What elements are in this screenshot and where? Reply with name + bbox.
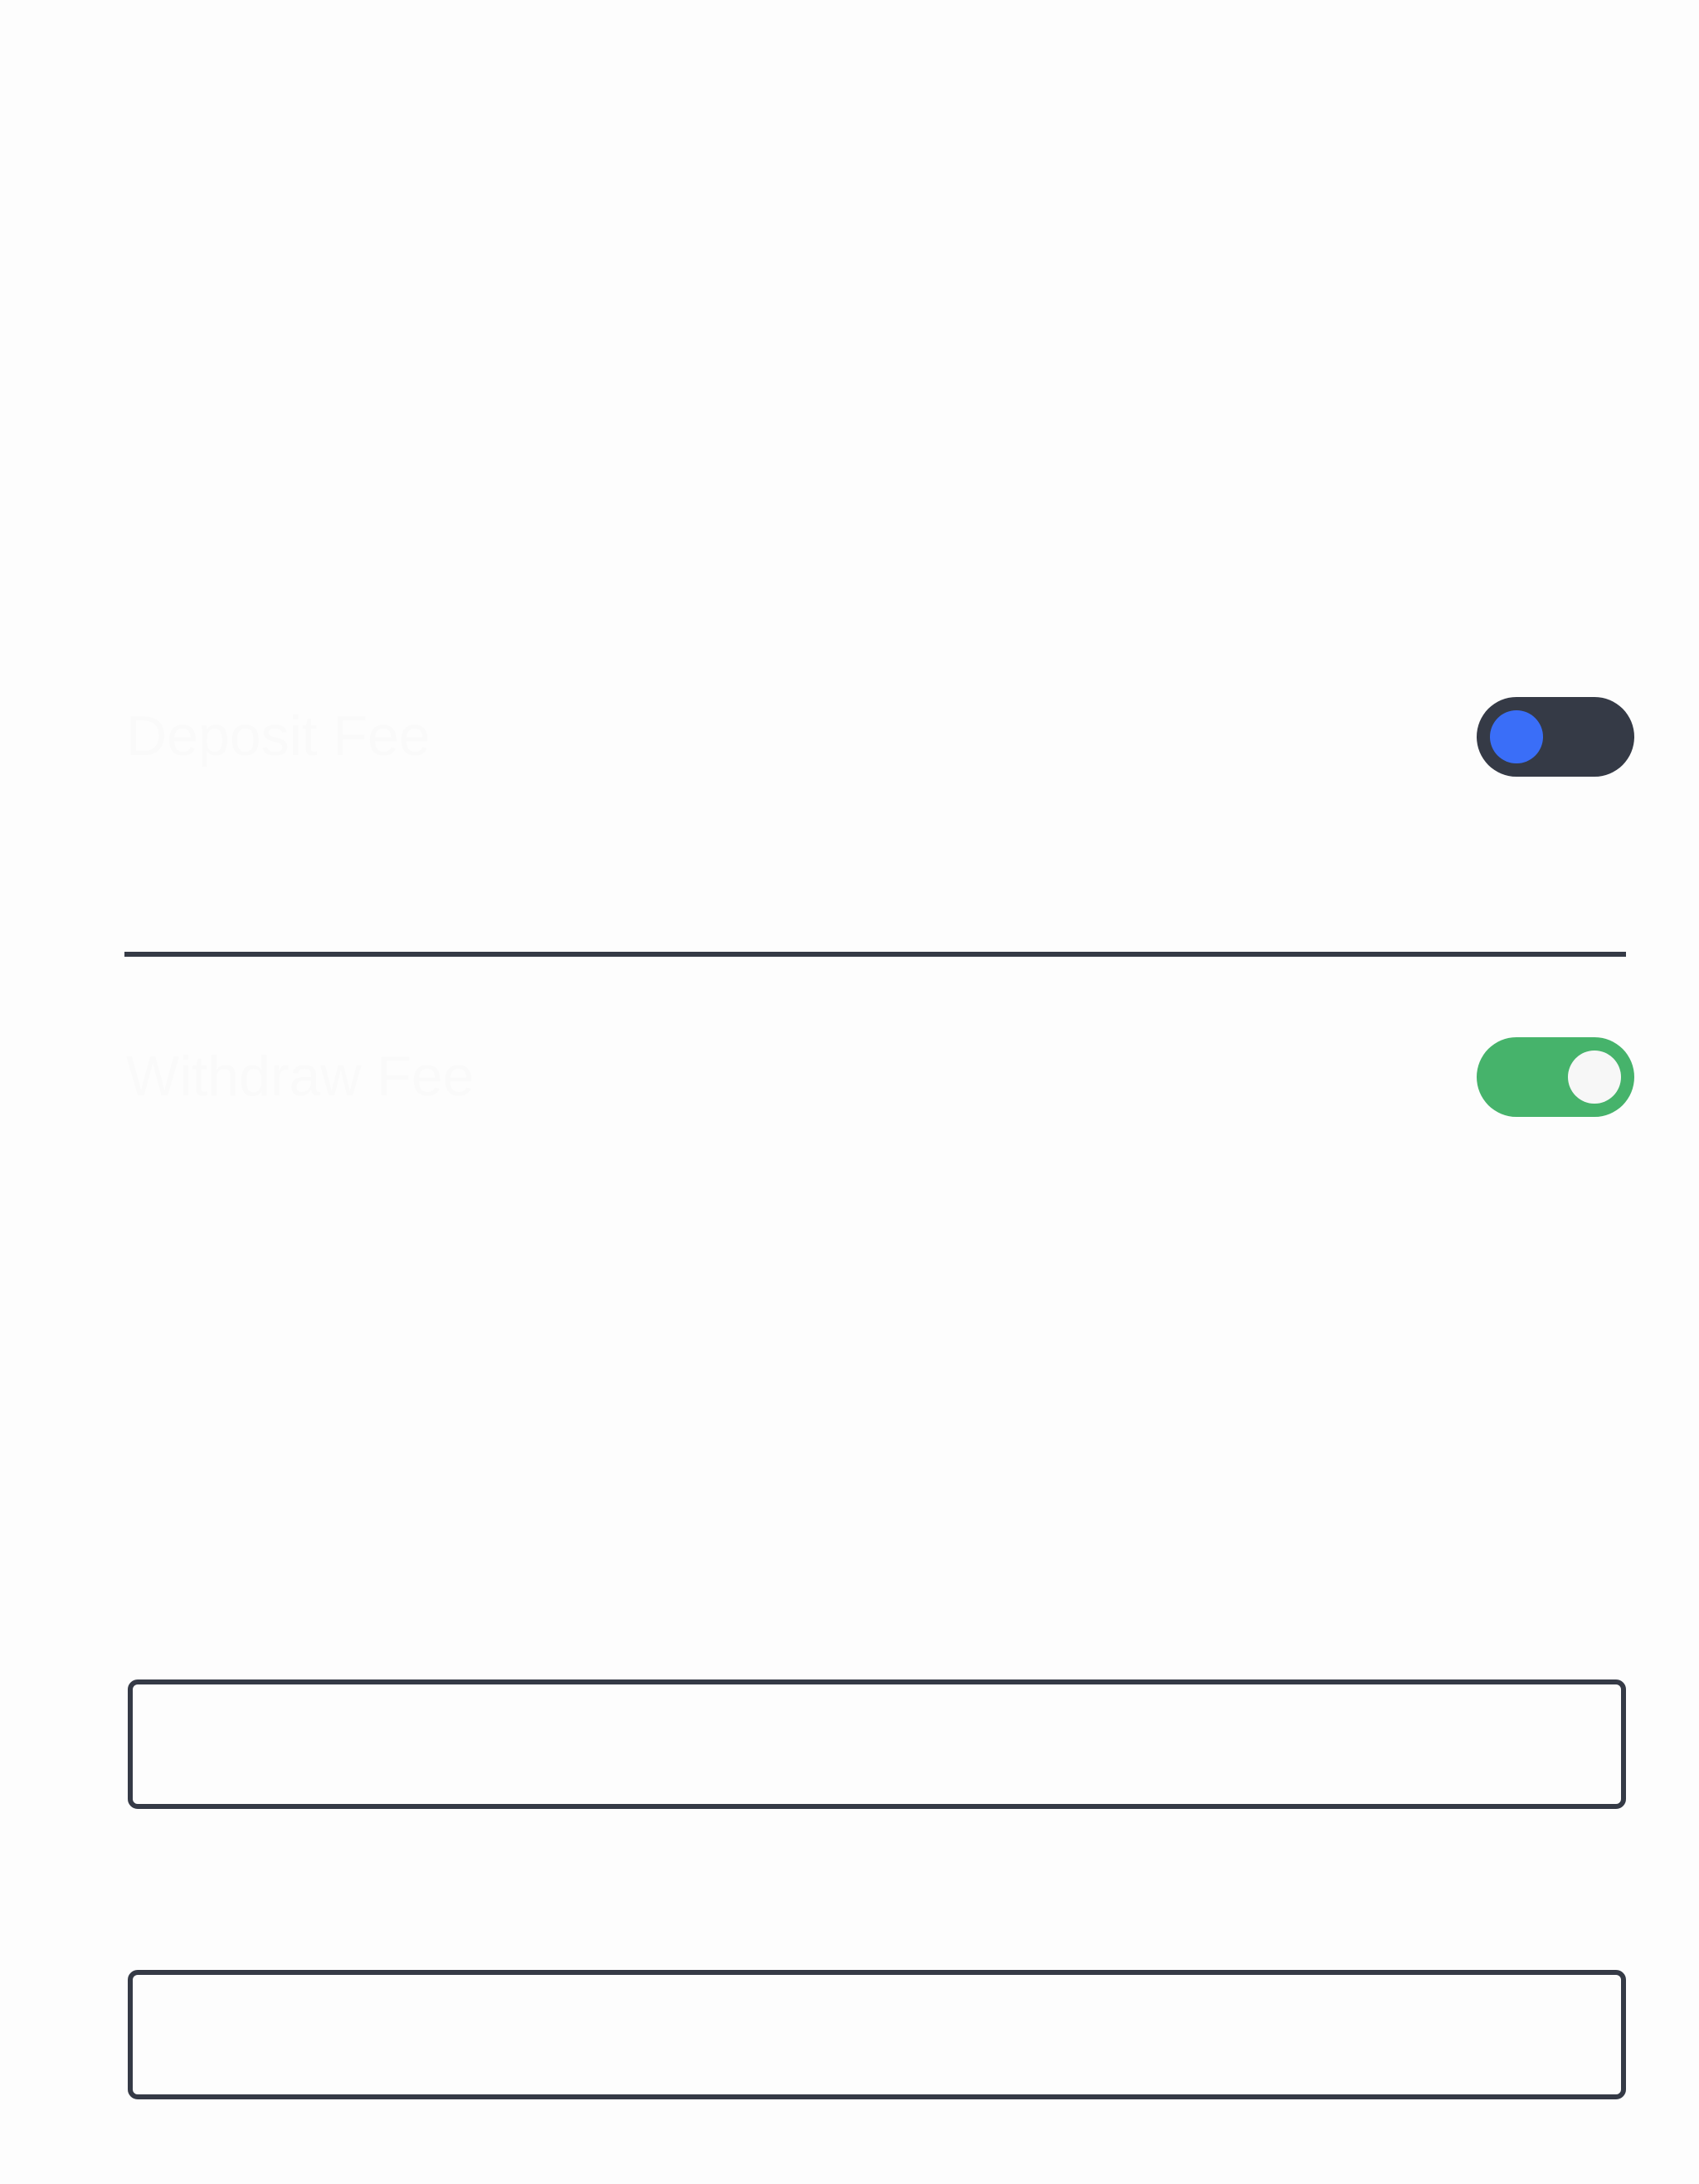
withdraw-fee-label: Withdraw Fee: [126, 1045, 475, 1108]
toggle-knob: [1490, 710, 1543, 763]
toggle-knob: [1568, 1051, 1621, 1104]
fee-amount-input-2[interactable]: [128, 1970, 1626, 2099]
section-divider: [124, 952, 1626, 957]
deposit-fee-toggle[interactable]: [1477, 697, 1634, 777]
deposit-fee-label: Deposit Fee: [126, 704, 431, 768]
withdraw-fee-toggle[interactable]: [1477, 1037, 1634, 1117]
deposit-fee-row: Deposit Fee: [124, 690, 1634, 782]
withdraw-fee-row: Withdraw Fee: [124, 1031, 1634, 1122]
fee-amount-input-1[interactable]: [128, 1679, 1626, 1809]
